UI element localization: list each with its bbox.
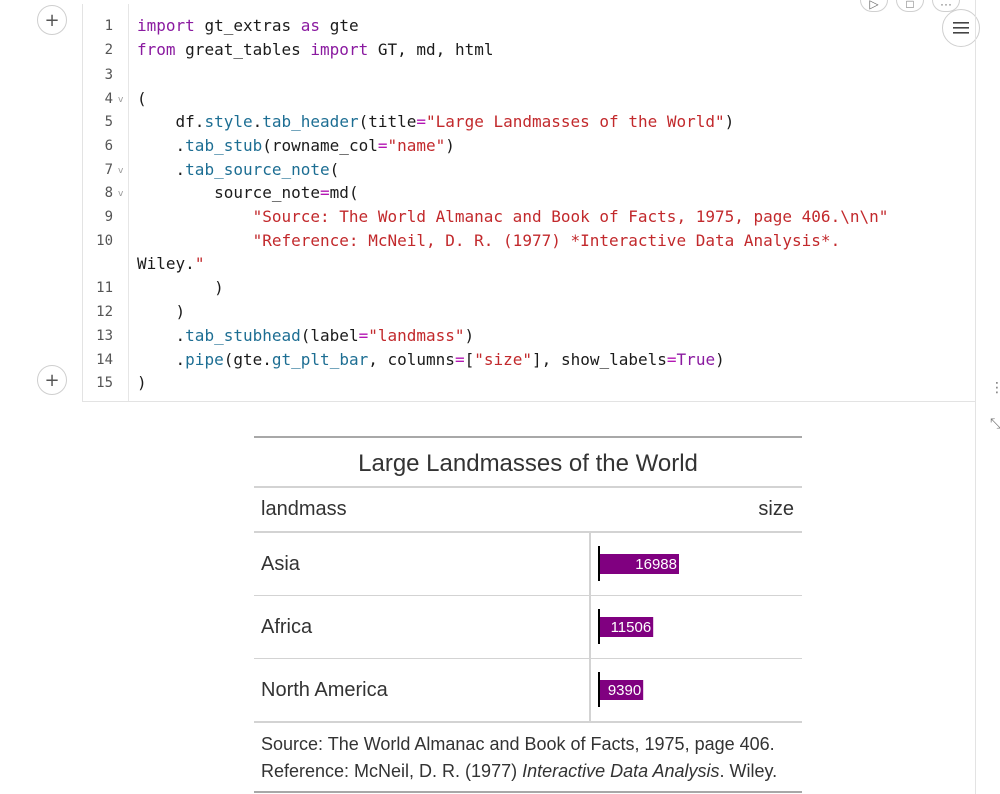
code-line: source_note=md( — [214, 183, 359, 202]
expand-icon[interactable]: ⤡ — [990, 416, 1000, 432]
code-line: ) — [137, 373, 147, 392]
column-headers: landmass size — [254, 488, 802, 533]
line-number: 3 — [104, 67, 113, 83]
line-number: 1 — [104, 18, 113, 34]
code-line: .pipe(gte.gt_plt_bar, columns=["size"], … — [175, 350, 725, 369]
code-line: ) — [175, 302, 186, 321]
row-label: North America — [261, 679, 388, 701]
source-line: Source: The World Almanac and Book of Fa… — [261, 734, 775, 754]
row-label-cell: North America — [254, 659, 591, 721]
code-line: import gt_extras as gte — [137, 16, 359, 35]
add-cell-above-button[interactable]: + — [37, 5, 67, 35]
output-table: Large Landmasses of the World landmass s… — [254, 436, 802, 793]
size-column-header: size — [758, 498, 794, 520]
size-bar-cell: 16988 — [591, 533, 802, 595]
fold-chevron-icon[interactable]: v — [118, 189, 123, 199]
table-row: Africa 11506 — [254, 596, 802, 659]
bar-plot: 11506 — [598, 609, 654, 644]
code-line: .tab_stubhead(label="landmass") — [175, 326, 475, 345]
size-value-label: 16988 — [635, 556, 677, 573]
code-line: ) — [214, 278, 224, 297]
fold-chevron-icon[interactable]: v — [118, 166, 123, 176]
row-label-cell: Asia — [254, 533, 591, 595]
line-number: 5 — [104, 114, 113, 130]
add-cell-below-button[interactable]: + — [37, 365, 67, 395]
size-bar-cell: 9390 — [591, 659, 802, 721]
code-line: "Source: The World Almanac and Book of F… — [252, 207, 889, 226]
drag-handle-icon[interactable]: ⋮ — [990, 380, 1000, 396]
size-bar-cell: 11506 — [591, 596, 802, 658]
line-number: 15 — [96, 375, 113, 391]
line-number: 9 — [104, 209, 113, 225]
reference-title: Interactive Data Analysis — [522, 761, 720, 781]
line-number: 4 — [104, 91, 113, 107]
fold-chevron-icon[interactable]: v — [118, 95, 123, 105]
line-number-gutter: 1 2 3 4 v 5 6 7 v 8 v 9 10 11 12 13 14 15 — [83, 4, 129, 401]
code-line: .tab_stub(rowname_col="name") — [175, 136, 455, 155]
table-title: Large Landmasses of the World — [254, 438, 802, 488]
line-number: 12 — [96, 304, 113, 320]
code-line: Wiley." — [137, 254, 205, 273]
reference-line: Reference: McNeil, D. R. (1977) Interact… — [261, 758, 795, 785]
code-line: "Reference: McNeil, D. R. (1977) *Intera… — [252, 231, 841, 250]
line-number: 11 — [96, 280, 113, 296]
code-line: df.style.tab_header(title="Large Landmas… — [175, 112, 735, 131]
code-line: ( — [137, 89, 147, 108]
line-number: 6 — [104, 138, 113, 154]
line-number: 10 — [96, 233, 113, 249]
line-number: 13 — [96, 328, 113, 344]
row-label: Africa — [261, 616, 313, 638]
code-line: .tab_source_note( — [175, 160, 340, 179]
line-number: 14 — [96, 352, 113, 368]
row-label-cell: Africa — [254, 596, 591, 658]
table-row: North America 9390 — [254, 659, 802, 723]
size-value-label: 9390 — [608, 682, 641, 699]
bar-plot: 9390 — [598, 672, 644, 707]
source-note: Source: The World Almanac and Book of Fa… — [254, 723, 802, 791]
size-value-label: 11506 — [611, 619, 652, 636]
reference-prefix: Reference: McNeil, D. R. (1977) — [261, 761, 523, 781]
table-row: Asia 16988 — [254, 533, 802, 596]
bar-plot: 16988 — [598, 546, 679, 581]
row-label: Asia — [261, 553, 300, 575]
line-number: 2 — [104, 42, 113, 58]
code-line: from great_tables import GT, md, html — [137, 40, 494, 59]
stubhead-label: landmass — [261, 498, 347, 520]
code-cell[interactable]: 1 2 3 4 v 5 6 7 v 8 v 9 10 11 12 13 14 15 import gt_extra… — [82, 4, 975, 402]
line-number: 8 — [104, 185, 113, 201]
panel-divider — [975, 0, 976, 794]
line-number: 7 — [104, 162, 113, 178]
reference-suffix: . Wiley. — [719, 761, 778, 781]
